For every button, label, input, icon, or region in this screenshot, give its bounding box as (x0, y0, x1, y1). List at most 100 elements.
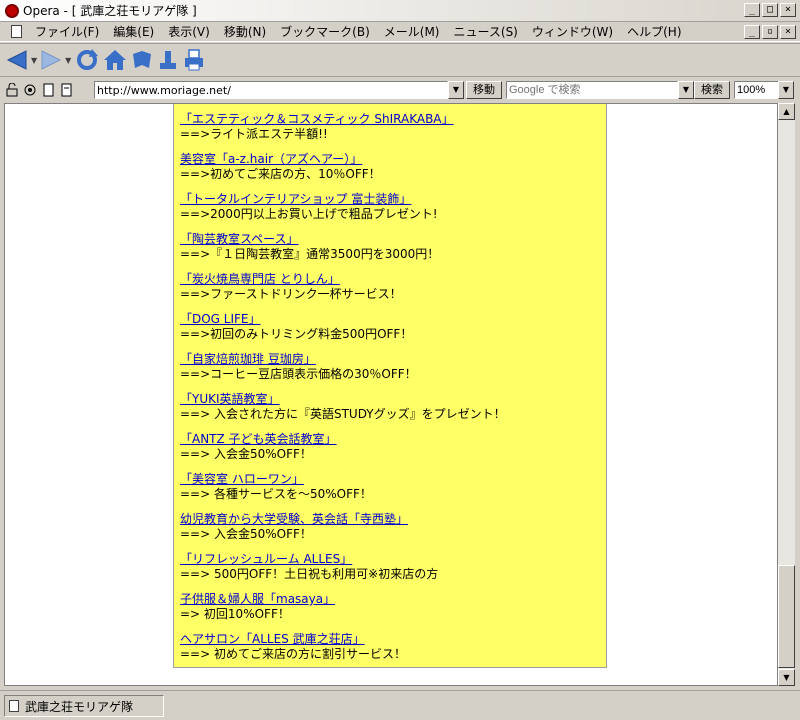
menu-navigation[interactable]: 移動(N) (217, 23, 273, 40)
menu-bookmarks[interactable]: ブックマーク(B) (273, 23, 377, 40)
doc-minimize-button[interactable]: _ (744, 25, 760, 39)
address-history-dropdown[interactable]: ▼ (448, 81, 464, 99)
list-item: 「自家焙煎珈琲 豆珈房」 ==>コーヒー豆店頭表示価格の30％OFF！ (180, 352, 417, 382)
offer-text: ==>コーヒー豆店頭表示価格の30％OFF！ (180, 367, 417, 381)
doc-restore-button[interactable]: ▫ (762, 25, 778, 39)
new-page-icon[interactable] (58, 82, 74, 98)
print-icon (185, 49, 204, 71)
home-button[interactable] (102, 46, 128, 74)
doc-close-button[interactable]: × (780, 25, 796, 39)
status-title: 武庫之荘モリアゲ隊 (25, 699, 134, 714)
list-item: ヘアサロン「ALLES 武庫之荘店」 ==> 初めてご来店の方に割引サービス！ (180, 632, 406, 662)
offer-text: => 初回10%OFF！ (180, 607, 290, 621)
navigation-toolbar: ▼ ▼ (0, 43, 800, 77)
home-icon (104, 50, 127, 70)
save-button[interactable] (156, 46, 180, 74)
shop-link[interactable]: 「炭火焼鳥専門店 とりしん」 (180, 272, 402, 287)
hotlist-button[interactable] (130, 46, 154, 74)
close-button[interactable]: × (780, 3, 796, 17)
minimize-button[interactable]: _ (744, 3, 760, 17)
list-item: 美容室「a-z.hair（アズヘアー）」 ==>初めてご来店の方、10％OFF！ (180, 152, 381, 182)
forward-history-dropdown[interactable]: ▼ (65, 56, 71, 65)
offer-text: ==>『１日陶芸教室』通常3500円を3000円！ (180, 247, 440, 261)
cookie-icon[interactable] (22, 82, 38, 98)
back-icon (6, 50, 27, 70)
menu-news[interactable]: ニュース(S) (446, 23, 524, 40)
menu-window[interactable]: ウィンドウ(W) (525, 23, 620, 40)
shop-link[interactable]: 美容室「a-z.hair（アズヘアー）」 (180, 152, 381, 167)
back-button[interactable] (6, 46, 28, 74)
search-button[interactable]: 検索 (694, 81, 730, 99)
status-bar: 武庫之荘モリアゲ隊 (0, 690, 800, 720)
list-item: 「炭火焼鳥専門店 とりしん」 ==>ファーストドリンク一杯サービス！ (180, 272, 402, 302)
list-item: 「YUKI英語教室」 ==> 入会された方に『英語STUDYグッズ』をプレゼント… (180, 392, 506, 422)
shop-link[interactable]: 「ANTZ 子ども英会話教室」 (180, 432, 337, 447)
document-window-controls: _ ▫ × (744, 25, 796, 39)
offer-text: ==> 各種サービスを～50%OFF！ (180, 487, 372, 501)
shop-link[interactable]: 「エステティック＆コスメティック ShIRAKABA」 (180, 112, 454, 127)
menu-view[interactable]: 表示(V) (161, 23, 217, 40)
offer-text: ==> 初めてご来店の方に割引サービス！ (180, 647, 406, 661)
page-viewport: 「エステティック＆コスメティック ShIRAKABA」 ==>ライト派エステ半額… (4, 103, 778, 686)
shop-link[interactable]: 「自家焙煎珈琲 豆珈房」 (180, 352, 417, 367)
scroll-thumb[interactable] (778, 565, 795, 668)
maximize-button[interactable]: □ (762, 3, 778, 17)
menu-edit[interactable]: 編集(E) (106, 23, 161, 40)
offer-text: ==> 入会された方に『英語STUDYグッズ』をプレゼント！ (180, 407, 506, 421)
shop-link[interactable]: 「陶芸教室スペース」 (180, 232, 439, 247)
search-input[interactable] (506, 81, 678, 99)
shop-link[interactable]: 子供服＆婦人服「masaya」 (180, 592, 335, 607)
offer-text: ==>初回のみトリミング料金500円OFF！ (180, 327, 413, 341)
shop-link[interactable]: 「トータルインテリアショップ 富士装飾」 (180, 192, 438, 207)
zoom-input[interactable] (734, 81, 780, 99)
list-item: 「リフレッシュルーム ALLES」 ==> 500円OFF！土日祝も利用可※初来… (180, 552, 438, 582)
shop-link[interactable]: 「リフレッシュルーム ALLES」 (180, 552, 438, 567)
list-item: 「エステティック＆コスメティック ShIRAKABA」 ==>ライト派エステ半額… (180, 112, 454, 142)
reload-button[interactable] (74, 46, 100, 74)
forward-icon (41, 50, 62, 70)
list-item: 「美容室 ハローワン」 ==> 各種サービスを～50%OFF！ (180, 472, 372, 502)
offer-text: ==>ライト派エステ半額!! (180, 127, 328, 141)
shop-link[interactable]: 「YUKI英語教室」 (180, 392, 506, 407)
print-button[interactable] (182, 46, 206, 74)
page-tab[interactable]: 武庫之荘モリアゲ隊 (4, 695, 164, 717)
zoom-dropdown[interactable]: ▼ (778, 81, 794, 99)
offer-text: ==> 500円OFF！土日祝も利用可※初来店の方 (180, 567, 439, 581)
menu-mail[interactable]: メール(M) (377, 23, 447, 40)
opera-logo-icon (5, 3, 19, 18)
search-engine-dropdown[interactable]: ▼ (678, 81, 694, 99)
list-item: 「ANTZ 子ども英会話教室」 ==> 入会金50%OFF！ (180, 432, 337, 462)
security-lock-icon[interactable] (4, 82, 20, 98)
address-input[interactable] (94, 81, 448, 99)
shop-link[interactable]: 「美容室 ハローワン」 (180, 472, 372, 487)
offer-text: ==>ファーストドリンク一杯サービス！ (180, 287, 402, 301)
document-icon[interactable] (11, 25, 22, 38)
forward-button[interactable] (40, 46, 62, 74)
scroll-up-button[interactable]: ▲ (778, 103, 795, 120)
menu-file[interactable]: ファイル(F) (28, 23, 106, 40)
list-item: 「陶芸教室スペース」 ==>『１日陶芸教室』通常3500円を3000円！ (180, 232, 439, 262)
window-title: Opera - [ 武庫之荘モリアゲ隊 ] (23, 4, 197, 18)
list-item: 幼児教育から大学受験、英会話「寺西塾」 ==> 入会金50%OFF！ (180, 512, 408, 542)
offer-text: ==>初めてご来店の方、10％OFF！ (180, 167, 381, 181)
list-item: 子供服＆婦人服「masaya」 => 初回10%OFF！ (180, 592, 335, 622)
menu-help[interactable]: ヘルプ(H) (620, 23, 688, 40)
shop-link[interactable]: 「DOG LIFE」 (180, 312, 412, 327)
document-icon (9, 700, 19, 712)
address-toolbar: ▼ 移動 ▼ 検索 ▼ (0, 78, 800, 102)
menu-bar: ファイル(F) 編集(E) 表示(V) 移動(N) ブックマーク(B) メール(… (0, 22, 800, 42)
title-bar: Opera - [ 武庫之荘モリアゲ隊 ] _ □ × (0, 0, 800, 22)
scroll-down-button[interactable]: ▼ (778, 669, 795, 686)
shop-link[interactable]: 幼児教育から大学受験、英会話「寺西塾」 (180, 512, 408, 527)
offer-text: ==>2000円以上お買い上げで粗品プレゼント! (180, 207, 438, 221)
coupon-list-panel: 「エステティック＆コスメティック ShIRAKABA」 ==>ライト派エステ半額… (173, 104, 607, 668)
vertical-scrollbar[interactable]: ▲ ▼ (778, 103, 795, 686)
shop-link[interactable]: ヘアサロン「ALLES 武庫之荘店」 (180, 632, 406, 647)
go-button[interactable]: 移動 (466, 81, 502, 99)
back-history-dropdown[interactable]: ▼ (31, 56, 37, 65)
offer-text: ==> 入会金50%OFF！ (180, 447, 312, 461)
list-item: 「トータルインテリアショップ 富士装飾」 ==>2000円以上お買い上げで粗品プ… (180, 192, 438, 222)
save-icon (160, 51, 177, 69)
page-icon[interactable] (40, 82, 56, 98)
list-item: 「DOG LIFE」 ==>初回のみトリミング料金500円OFF！ (180, 312, 412, 342)
